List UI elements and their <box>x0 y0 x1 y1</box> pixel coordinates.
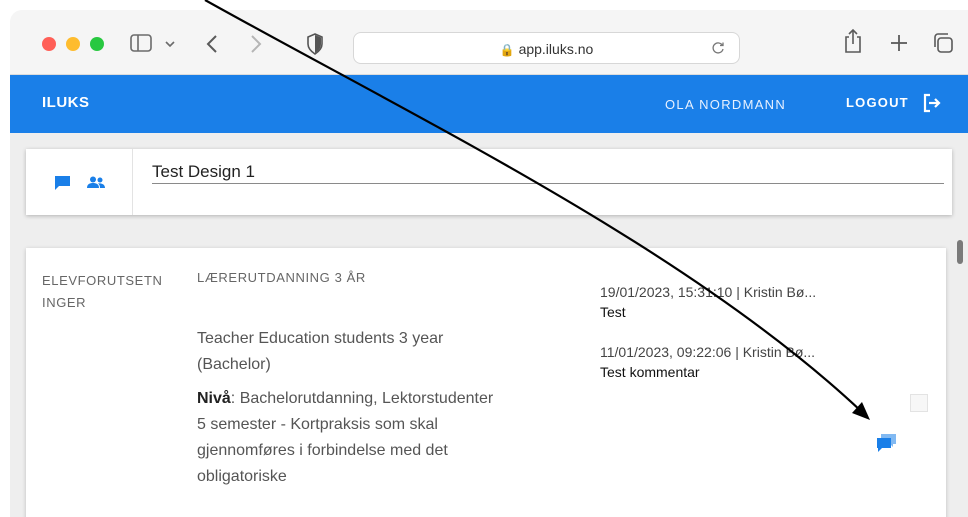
chevron-down-icon[interactable] <box>165 40 175 48</box>
reload-icon[interactable] <box>711 41 725 55</box>
select-checkbox[interactable] <box>910 394 928 412</box>
logout-button[interactable]: LOGOUT <box>846 95 909 110</box>
zoom-window-button[interactable] <box>90 37 104 51</box>
app-logo[interactable]: ILUKS <box>42 94 90 111</box>
comment-meta: 19/01/2023, 15:31:10 | Kristin Bø... <box>600 284 817 300</box>
divider <box>132 149 133 215</box>
comment-item[interactable]: 11/01/2023, 09:22:06 | Kristin Bø... Tes… <box>600 344 860 380</box>
comment-meta: 11/01/2023, 09:22:06 | Kristin Bø... <box>600 344 816 360</box>
plus-icon[interactable] <box>889 33 909 53</box>
app-header: ILUKS OLA NORDMANN LOGOUT <box>10 75 968 133</box>
shield-icon[interactable] <box>306 33 324 55</box>
section-card: ELEVFORUTSETN INGER LÆRERUTDANNING 3 ÅR T… <box>26 248 946 517</box>
comments-icon[interactable] <box>876 433 898 453</box>
tabs-overview-icon[interactable] <box>932 32 954 54</box>
user-name[interactable]: OLA NORDMANN <box>665 97 786 112</box>
share-icon[interactable] <box>843 28 863 54</box>
chevron-right-icon[interactable] <box>250 34 262 54</box>
section-heading: LÆRERUTDANNING 3 ÅR <box>197 270 366 285</box>
sidebar-icon[interactable] <box>130 34 152 52</box>
users-icon[interactable] <box>87 176 105 189</box>
url-display: 🔒 app.iluks.no <box>354 41 739 57</box>
level-value: : Bachelorutdanning, Lektorstudenter 5 s… <box>197 390 494 485</box>
design-title-input[interactable] <box>152 161 944 184</box>
comment-item[interactable]: 19/01/2023, 15:31:10 | Kristin Bø... Tes… <box>600 284 860 320</box>
close-window-button[interactable] <box>42 37 56 51</box>
lock-icon: 🔒 <box>499 43 515 57</box>
section-label: ELEVFORUTSETN INGER <box>42 273 163 310</box>
logout-icon[interactable] <box>922 93 942 113</box>
browser-toolbar: 🔒 app.iluks.no <box>10 10 968 75</box>
comment-text: Test kommentar <box>600 364 700 380</box>
section-description: Teacher Education students 3 year (Bache… <box>197 326 497 498</box>
comment-text: Test <box>600 304 626 320</box>
design-title-card <box>26 149 952 215</box>
address-bar[interactable]: 🔒 app.iluks.no <box>353 32 740 64</box>
description-text: Teacher Education students 3 year (Bache… <box>197 330 444 373</box>
level-text: Nivå: Bachelorutdanning, Lektorstudenter… <box>197 386 497 490</box>
level-label: Nivå <box>197 390 231 407</box>
scrollbar-thumb[interactable] <box>957 240 963 264</box>
url-text: app.iluks.no <box>518 41 594 57</box>
app-viewport: ILUKS OLA NORDMANN LOGOUT ELEVFORUTSETNI… <box>10 75 968 517</box>
comment-icon[interactable] <box>54 175 71 191</box>
minimize-window-button[interactable] <box>66 37 80 51</box>
chevron-left-icon[interactable] <box>206 34 218 54</box>
